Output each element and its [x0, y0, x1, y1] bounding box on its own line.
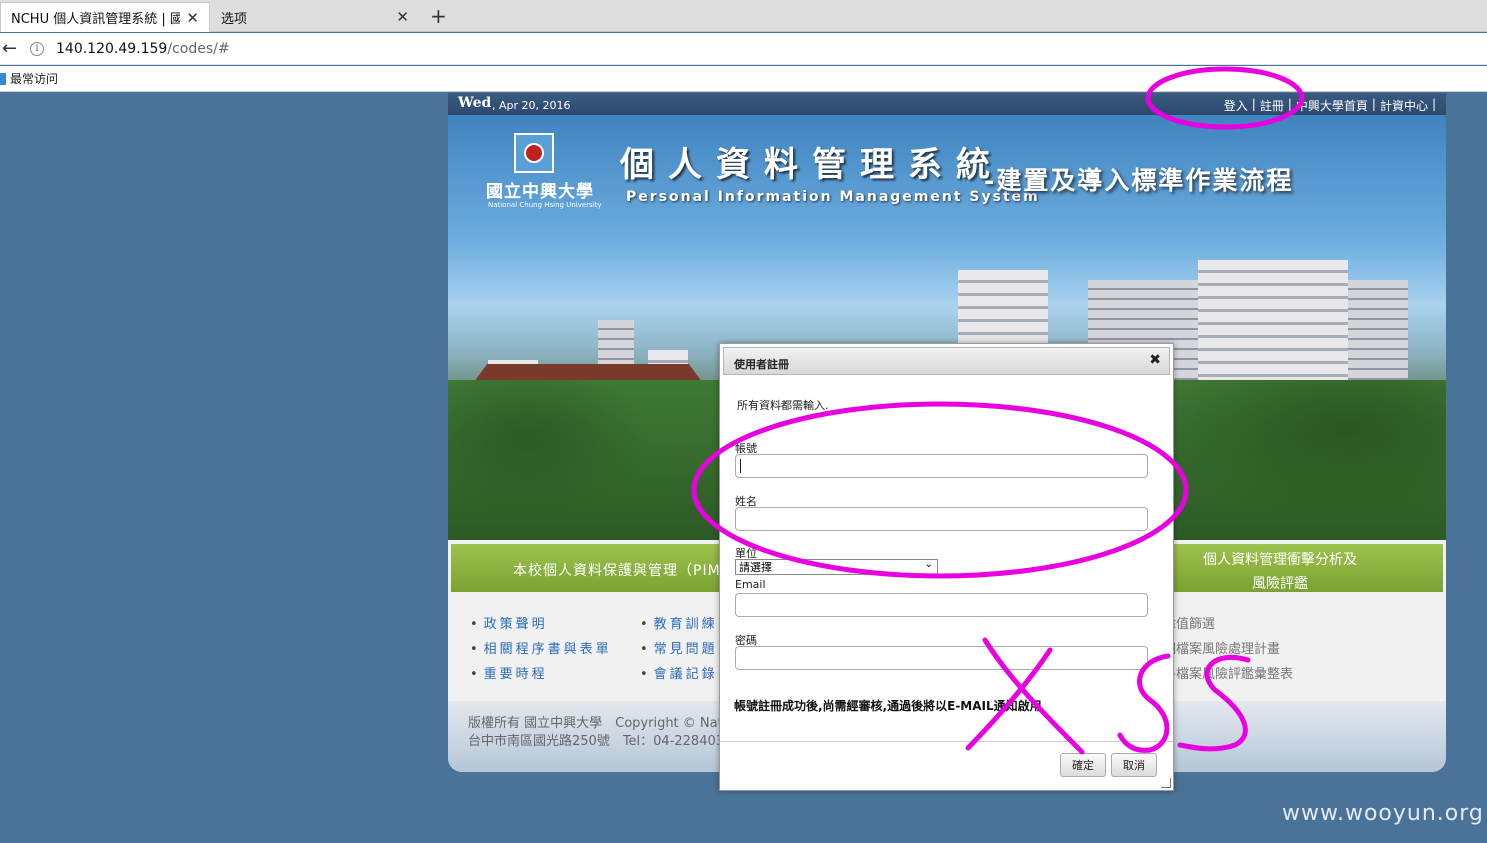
confirm-button[interactable]: 確定 [1060, 753, 1106, 777]
top-links: 登入 | 註冊 | 中興大學首頁 | 計資中心 | [1224, 97, 1436, 114]
computer-center-link[interactable]: 計資中心 [1380, 97, 1428, 114]
date-day: Wed [458, 95, 492, 111]
separator: | [1251, 97, 1256, 111]
bookmark-most-visited[interactable]: 最常访问 [10, 70, 58, 87]
dialog-title: 使用者註冊 [734, 358, 789, 371]
url-host: 140.120.49.159 [56, 40, 168, 57]
list-item[interactable]: 個檔案風險處理計畫 [1163, 638, 1293, 663]
text-cursor [740, 459, 741, 473]
back-arrow-icon[interactable]: ← [2, 38, 24, 59]
login-link[interactable]: 登入 [1224, 97, 1248, 114]
new-tab-button[interactable]: + [430, 4, 447, 28]
links-column-2: • 教育訓練 • 常見問題 • 會議記錄 [640, 613, 718, 688]
account-input[interactable] [735, 454, 1148, 478]
footer-copyright: 版權所有 國立中興大學 Copyright © Nati [468, 716, 727, 731]
close-tab-icon[interactable]: ✕ [396, 8, 409, 26]
list-item[interactable]: • 重要時程 [470, 663, 612, 688]
chevron-down-icon: ⌄ [924, 559, 933, 570]
url-field[interactable]: 140.120.49.159/codes/# [56, 41, 230, 57]
separator: | [1431, 97, 1436, 111]
separator: | [1287, 97, 1292, 111]
site-top-bar: Wed , Apr 20, 2016 登入 | 註冊 | 中興大學首頁 | 計資… [448, 93, 1446, 115]
list-item[interactable]: • 常見問題 [640, 638, 718, 663]
feature-line: 個人資料管理衝擊分析及 [1203, 552, 1357, 568]
list-item[interactable]: • 相關程序書與表單 [470, 638, 612, 663]
footer-text: 版權所有 國立中興大學 Copyright © Nati 台中市南區國光路250… [468, 715, 726, 751]
register-link[interactable]: 註冊 [1260, 97, 1284, 114]
tab-options[interactable]: 选项 ✕ [211, 2, 419, 32]
address-bar: ← i 140.120.49.159/codes/# [0, 33, 1487, 65]
nchu-home-link[interactable]: 中興大學首頁 [1296, 97, 1368, 114]
watermark: www.wooyun.org [1282, 801, 1484, 826]
logo-name-zh: 國立中興大學 [486, 182, 594, 202]
feature-line: 風險評鑑 [1252, 576, 1308, 592]
system-title-zh: 個人資料管理系統 [620, 145, 1004, 185]
list-item[interactable]: • 會議記錄 [640, 663, 718, 688]
list-item[interactable]: 各檔案風險評鑑彙整表 [1163, 663, 1293, 688]
unit-selected-value: 請選擇 [739, 561, 772, 574]
logo-name-en: National Chung Hsing University [488, 201, 602, 209]
links-column-3: 除值篩選 個檔案風險處理計畫 各檔案風險評鑑彙整表 [1163, 613, 1293, 688]
footer-address: 台中市南區國光路250號 Tel：04-228403 [468, 734, 725, 749]
date-text: , Apr 20, 2016 [492, 99, 571, 112]
close-tab-icon[interactable]: ✕ [186, 9, 199, 27]
email-label: Email [735, 578, 766, 591]
system-title-en: Personal Information Management System [626, 189, 1040, 205]
system-subtitle: -建置及導入標準作業流程 [984, 166, 1294, 195]
name-input[interactable] [735, 507, 1148, 531]
list-item[interactable]: 除值篩選 [1163, 613, 1293, 638]
nchu-logo-icon [514, 133, 554, 173]
dialog-divider [720, 741, 1173, 742]
password-field[interactable] [735, 646, 1148, 670]
list-item[interactable]: • 政策聲明 [470, 613, 612, 638]
register-dialog: 使用者註冊 ✖ 所有資料都需輸入. 帳號 姓名 單位 請選擇 ⌄ Email 密… [719, 343, 1174, 791]
unit-select[interactable]: 請選擇 ⌄ [735, 559, 938, 575]
bookmarks-bar: 最常访问 [0, 66, 1487, 92]
bookmark-icon [0, 72, 6, 85]
feature-pims[interactable]: 本校個人資料保護與管理（PIMS [513, 560, 731, 580]
close-icon[interactable]: ✖ [1149, 352, 1161, 368]
links-column-1: • 政策聲明 • 相關程序書與表單 • 重要時程 [470, 613, 612, 688]
separator: | [1371, 97, 1376, 111]
cancel-button[interactable]: 取消 [1111, 753, 1157, 777]
site-info-icon[interactable]: i [30, 41, 44, 56]
tab-bar: NCHU 個人資訊管理系統 | 國... ✕ 选项 ✕ + [0, 0, 1487, 32]
approval-notice: 帳號註冊成功後,尚需經審核,通過後將以E-MAIL通知啟用 [734, 699, 1042, 713]
tab-nchu[interactable]: NCHU 個人資訊管理系統 | 國... ✕ [0, 2, 210, 32]
dialog-title-bar[interactable]: 使用者註冊 ✖ [723, 347, 1170, 375]
tab-title: 选项 [221, 11, 248, 27]
resize-grip-icon[interactable] [1161, 778, 1171, 788]
dialog-intro: 所有資料都需輸入. [737, 399, 829, 412]
list-item[interactable]: • 教育訓練 [640, 613, 718, 638]
email-field[interactable] [735, 593, 1148, 617]
feature-impact-analysis[interactable]: 個人資料管理衝擊分析及 風險評鑑 [1173, 548, 1387, 596]
url-path: /codes/# [167, 40, 230, 57]
tab-title: NCHU 個人資訊管理系統 | 國... [11, 12, 181, 27]
